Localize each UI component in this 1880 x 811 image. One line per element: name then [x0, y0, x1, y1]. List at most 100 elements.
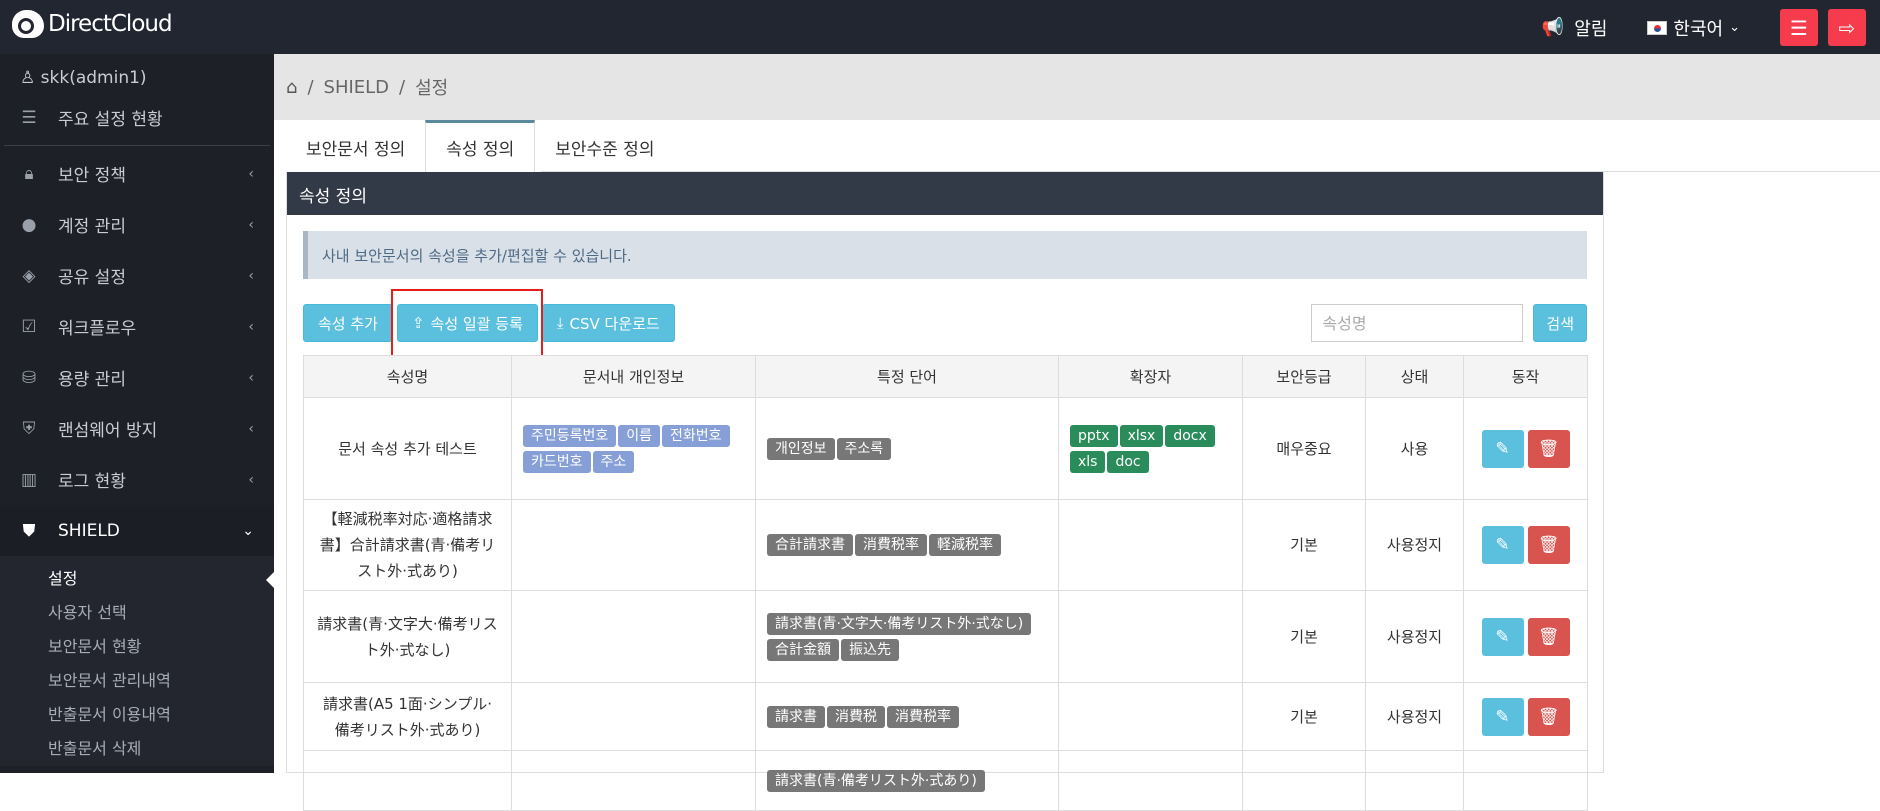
delete-button[interactable]: 🗑︎	[1527, 526, 1570, 564]
trash-icon: 🗑︎	[1537, 626, 1560, 647]
shield-check-icon: ⛨	[22, 418, 36, 439]
attribute-name-cell: 【軽減税率対応·適格請求書】合計請求書(青·備考リスト外·式あり)	[303, 499, 512, 591]
submenu-settings[interactable]: 설정	[0, 562, 274, 596]
language-select[interactable]: 한국어 ⌄	[1647, 15, 1740, 41]
submenu-doc-history[interactable]: 보안문서 관리내역	[0, 664, 274, 698]
sidebar-item-accounts[interactable]: ● 계정 관리 ‹	[0, 199, 274, 250]
chevron-left-icon: ‹	[248, 420, 254, 437]
chevron-left-icon: ‹	[248, 471, 254, 488]
logo[interactable]: DirectCloud	[12, 10, 173, 38]
sidebar-item-ransomware[interactable]: ⛨ 랜섬웨어 방지 ‹	[0, 403, 274, 454]
security-level: 기본	[1290, 627, 1318, 646]
edit-button[interactable]: ✎	[1481, 429, 1524, 468]
extension-cell: pptx xlsx docx xls doc	[1058, 397, 1243, 500]
brand-name: DirectCloud	[48, 11, 173, 37]
pii-tag: 카드번호	[523, 451, 591, 473]
level-cell: 매우중요	[1242, 397, 1366, 500]
alarm-button[interactable]: 📢 알림	[1542, 15, 1608, 41]
trash-icon: 🗑︎	[1537, 438, 1560, 459]
delete-button[interactable]: 🗑︎	[1527, 617, 1570, 656]
word-tag: 請求書(青·備考リスト外·式あり)	[767, 769, 985, 792]
breadcrumb-shield[interactable]: SHIELD	[324, 77, 390, 98]
sidebar-item-shield[interactable]: ⛊ SHIELD ⌄	[0, 505, 274, 556]
extension-tag: doc	[1107, 451, 1149, 473]
word-tag: 振込先	[841, 639, 899, 661]
words-cell: 請求書(青·文字大·備考リスト外·式なし) 合計金額 振込先	[755, 590, 1059, 683]
alarm-label: 알림	[1574, 18, 1608, 40]
security-level: 기본	[1290, 536, 1318, 554]
logout-button[interactable]: ⇨	[1828, 9, 1866, 46]
separator: /	[307, 76, 314, 98]
tab-document-definition[interactable]: 보안문서 정의	[286, 120, 425, 172]
sidebar-item-overview[interactable]: ☰ 주요 설정 현황	[0, 92, 274, 143]
attribute-panel: 속성 정의 사내 보안문서의 속성을 추가/편집할 수 있습니다. 속성 추가 …	[286, 172, 1604, 811]
submenu-export-delete[interactable]: 반출문서 삭제	[0, 732, 274, 766]
level-cell: 기본	[1242, 590, 1366, 683]
edit-button[interactable]: ✎	[1481, 697, 1524, 736]
sidebar-item-logs[interactable]: ▥ 로그 현황 ‹	[0, 454, 274, 505]
csv-download-button[interactable]: ⤓ CSV 다운로드	[541, 304, 675, 342]
home-icon[interactable]: ⌂	[286, 77, 297, 98]
actions-cell: ✎ 🗑︎	[1463, 499, 1588, 591]
database-icon: ⛁	[21, 367, 37, 388]
sidebar-label: 계정 관리	[58, 217, 126, 237]
attribute-table: 속성명 문서내 개인정보 특정 단어 확장자 보안등급 상태 동작 문서 속성 추가 테스트…	[303, 355, 1588, 811]
sidebar: ♙ skk(admin1) ☰ 주요 설정 현황 🔒︎ 보안 정책 ‹ ● 계정 관리 ‹…	[0, 54, 274, 773]
status-cell: 사용정지	[1365, 590, 1464, 683]
edit-button[interactable]: ✎	[1481, 526, 1524, 564]
highlight-box	[391, 289, 543, 357]
edit-button[interactable]: ✎	[1481, 617, 1524, 656]
search-button[interactable]: 검색	[1533, 304, 1587, 342]
button-label: 검색	[1546, 314, 1574, 333]
extension-tag: pptx	[1070, 424, 1118, 447]
edit-icon: ✎	[1495, 626, 1510, 647]
button-label: 속성 추가	[318, 314, 378, 333]
column-header: 상태	[1365, 355, 1464, 398]
attribute-search-input[interactable]	[1311, 304, 1524, 342]
sidebar-item-security-policy[interactable]: 🔒︎ 보안 정책 ‹	[0, 148, 274, 199]
column-header: 문서내 개인정보	[511, 355, 756, 398]
word-tag: 개인정보	[767, 437, 835, 460]
button-label: CSV 다운로드	[569, 314, 660, 333]
trash-icon: 🗑︎	[1537, 706, 1560, 727]
chevron-left-icon: ‹	[248, 369, 254, 386]
submenu-doc-status[interactable]: 보안문서 현황	[0, 630, 274, 664]
menu-button[interactable]: ☰	[1780, 9, 1818, 46]
attribute-name-cell: 문서 속성 추가 테스트	[303, 397, 512, 500]
word-tag: 주소록	[836, 437, 892, 460]
korea-flag-icon	[1647, 20, 1668, 35]
chevron-down-icon: ⌄	[242, 522, 254, 539]
info-message: 사내 보안문서의 속성을 추가/편집할 수 있습니다.	[303, 231, 1587, 279]
pii-cell: 주민등록번호 이름 전화번호카드번호 주소	[511, 397, 756, 500]
sidebar-item-sharing[interactable]: ◈ 공유 설정 ‹	[0, 250, 274, 301]
word-tag: 消費税率	[887, 705, 959, 728]
share-icon: ◈	[22, 265, 36, 286]
level-cell: 기본	[1242, 499, 1366, 591]
shield-icon: ⛊	[22, 520, 36, 541]
edit-icon: ✎	[1495, 438, 1510, 459]
delete-button[interactable]: 🗑︎	[1527, 429, 1570, 468]
words-cell: 개인정보 주소록	[755, 397, 1059, 500]
sign-out-icon: ⇨	[1838, 15, 1856, 40]
tab-level-definition[interactable]: 보안수준 정의	[535, 120, 674, 172]
sidebar-item-storage[interactable]: ⛁ 용량 관리 ‹	[0, 352, 274, 403]
user-info[interactable]: ♙ skk(admin1)	[0, 60, 274, 92]
submenu-user-select[interactable]: 사용자 선택	[0, 596, 274, 630]
tab-attribute-definition[interactable]: 속성 정의	[425, 120, 536, 172]
divider	[4, 145, 270, 146]
delete-button[interactable]: 🗑︎	[1527, 697, 1570, 736]
sidebar-item-workflow[interactable]: ☑ 워크플로우 ‹	[0, 301, 274, 352]
actions-cell: ✎ 🗑︎	[1463, 397, 1588, 500]
column-header: 확장자	[1058, 355, 1243, 398]
add-attribute-button[interactable]: 속성 추가	[303, 304, 393, 342]
word-tag: 消費税率	[855, 534, 927, 557]
status-cell: 사용정지	[1365, 499, 1464, 591]
submenu-export-usage[interactable]: 반출문서 이용내역	[0, 698, 274, 732]
table-row: 請求書(青·備考リスト外·式あり)	[303, 750, 1588, 811]
breadcrumb-current: 설정	[415, 78, 449, 99]
column-header: 동작	[1463, 355, 1588, 398]
word-tag: 軽減税率	[929, 534, 1001, 557]
sidebar-label: 용량 관리	[58, 370, 126, 390]
column-header: 보안등급	[1242, 355, 1366, 398]
extension-tag: xlsx	[1119, 424, 1164, 447]
